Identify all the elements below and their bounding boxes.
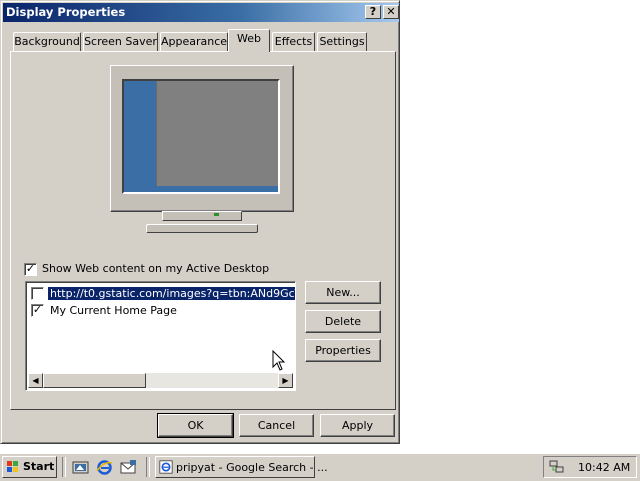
tab-label: Effects (274, 35, 313, 48)
ok-button-label: OK (187, 419, 204, 432)
title-bar[interactable]: Display Properties ? ✕ (3, 3, 399, 22)
show-desktop-icon[interactable] (72, 459, 89, 476)
tab-label: Appearance (161, 35, 228, 48)
network-icon[interactable] (549, 460, 565, 474)
windows-logo-icon (7, 461, 18, 472)
tab-background[interactable]: Background (13, 32, 81, 51)
apply-button[interactable]: Apply (320, 414, 395, 437)
internet-explorer-icon[interactable] (96, 459, 113, 476)
cancel-button[interactable]: Cancel (239, 414, 314, 437)
task-label: pripyat - Google Search - ... (176, 461, 328, 474)
tab-label: Screen Saver (84, 35, 157, 48)
taskbar: Start pripyat - Google Search - ... 10:4… (0, 452, 640, 481)
tab-effects[interactable]: Effects (272, 32, 315, 51)
outlook-express-icon[interactable] (120, 459, 137, 476)
tab-settings[interactable]: Settings (317, 32, 367, 51)
system-tray: 10:42 AM (543, 456, 637, 478)
close-button[interactable]: ✕ (383, 5, 399, 19)
taskbar-separator (146, 457, 150, 477)
ok-button[interactable]: OK (157, 413, 234, 438)
tab-label: Web (237, 32, 261, 45)
clock[interactable]: 10:42 AM (578, 461, 630, 474)
apply-button-label: Apply (341, 419, 374, 432)
tab-appearance[interactable]: Appearance (160, 32, 228, 51)
tab-label: Settings (319, 35, 365, 48)
window-title: Display Properties (6, 5, 126, 19)
taskbar-separator (62, 457, 66, 477)
tab-panel-web (10, 51, 396, 410)
cancel-button-label: Cancel (257, 419, 296, 432)
display-properties-dialog: Display Properties ? ✕ Background Screen… (0, 0, 400, 444)
tab-web[interactable]: Web (228, 29, 270, 52)
ie-page-icon (159, 460, 173, 474)
start-label: Start (23, 460, 55, 473)
taskbar-task-ie[interactable]: pripyat - Google Search - ... (155, 456, 328, 478)
start-button[interactable]: Start (2, 456, 57, 478)
close-icon: ✕ (386, 5, 396, 18)
tab-screen-saver[interactable]: Screen Saver (83, 32, 158, 51)
tab-label: Background (14, 35, 80, 48)
help-icon: ? (369, 5, 377, 18)
help-button[interactable]: ? (365, 5, 381, 19)
